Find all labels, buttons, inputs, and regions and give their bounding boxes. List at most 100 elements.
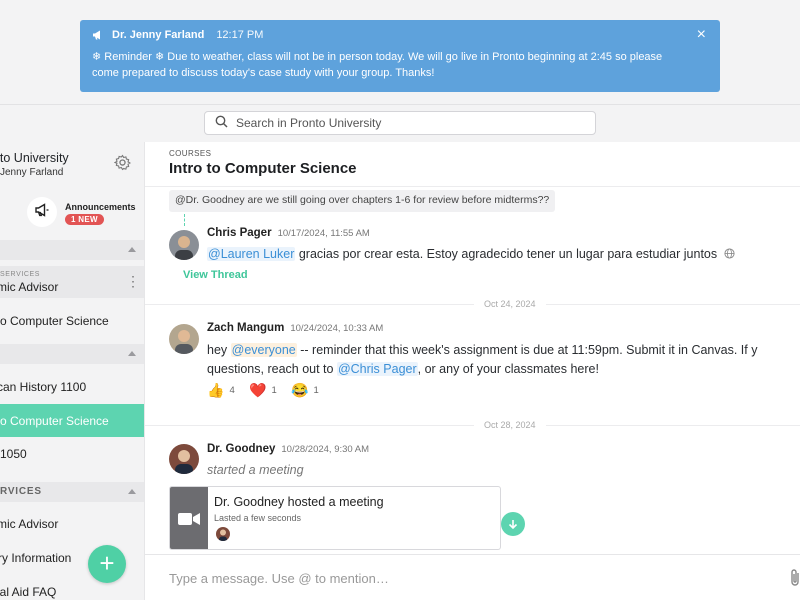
meeting-title: Dr. Goodney hosted a meeting — [214, 495, 384, 509]
banner-message-line: ❄ Reminder ❄ Due to weather, class will … — [92, 51, 663, 63]
message-time: 10/24/2024, 10:33 AM — [290, 323, 384, 334]
services-small-label: SERVICES — [0, 271, 41, 278]
announcements-badge: 1 NEW — [65, 214, 104, 225]
author-name[interactable]: Chris Pager — [207, 227, 272, 239]
mention[interactable]: @Lauren Luker — [207, 247, 296, 261]
message-author: Dr. Goodney 10/28/2024, 9:30 AM — [207, 443, 369, 455]
section-header-services[interactable]: RVICES — [0, 482, 144, 502]
message-text: @Lauren Luker gracias por crear esta. Es… — [207, 244, 735, 265]
globe-icon[interactable] — [724, 245, 735, 265]
message-text-part: gracias por crear esta. Estoy agradecido… — [295, 247, 718, 261]
close-icon[interactable]: × — [697, 27, 706, 43]
banner-header: Dr. Jenny Farland 12:17 PM — [92, 28, 708, 42]
sidebar-item-label: mic Advisor — [0, 517, 59, 531]
reaction-thumbs-up[interactable]: 👍 4 — [207, 382, 235, 399]
search-placeholder[interactable]: Search in Pronto University — [236, 116, 381, 130]
message-composer — [145, 554, 800, 600]
author-name[interactable]: Dr. Goodney — [207, 443, 275, 455]
search-box[interactable]: Search in Pronto University — [204, 111, 596, 135]
notification-banner[interactable]: Dr. Jenny Farland 12:17 PM × ❄ Reminder … — [80, 20, 720, 92]
sidebar-item-financial-aid[interactable]: ial Aid FAQ — [0, 580, 144, 600]
message-time: 10/17/2024, 11:55 AM — [277, 228, 370, 239]
sidebar-item-label: o Computer Science — [0, 314, 109, 328]
message-text-part: questions, reach out to — [207, 362, 337, 376]
message-text-part: -- reminder that this week's assignment … — [296, 343, 758, 357]
banner-message-line: come prepared to discuss today's case st… — [92, 67, 435, 79]
org-user: Jenny Farland — [0, 167, 64, 178]
collapse-icon[interactable] — [128, 247, 136, 252]
message-text: hey @everyone -- reminder that this week… — [207, 340, 757, 360]
message-time: 10/28/2024, 9:30 AM — [281, 444, 370, 455]
section-header[interactable] — [0, 344, 144, 364]
avatar[interactable] — [169, 230, 199, 260]
author-name[interactable]: Zach Mangum — [207, 322, 284, 334]
quoted-message[interactable]: @Dr. Goodney are we still going over cha… — [169, 190, 556, 212]
page-title: Intro to Computer Science — [169, 160, 357, 177]
message-author: Zach Mangum 10/24/2024, 10:33 AM — [207, 322, 383, 334]
search-icon — [215, 115, 236, 131]
sidebar-item-intro-cs[interactable]: o Computer Science — [0, 308, 144, 334]
gear-icon[interactable] — [113, 154, 132, 176]
view-thread-link[interactable]: View Thread — [183, 269, 248, 281]
avatar[interactable] — [169, 324, 199, 354]
plus-icon[interactable]: + — [88, 545, 126, 583]
date-separator-label: Oct 28, 2024 — [474, 420, 546, 430]
mention[interactable]: @Chris Pager — [336, 362, 418, 376]
reaction-count: 4 — [229, 385, 235, 396]
reaction-count: 1 — [271, 385, 277, 396]
heart-icon: ❤️ — [249, 382, 267, 398]
reaction-count: 1 — [313, 385, 319, 396]
sidebar-item-label: can History 1100 — [0, 380, 87, 394]
section-header[interactable] — [0, 240, 144, 260]
message-text-part: , or any of your classmates here! — [417, 362, 599, 376]
arrow-down-icon[interactable] — [501, 512, 525, 536]
message-text: questions, reach out to @Chris Pager, or… — [207, 359, 599, 379]
sidebar: onto University Jenny Farland Announceme… — [0, 142, 144, 600]
message-text: started a meeting — [207, 463, 304, 477]
sidebar-item-label: o Computer Science — [0, 413, 109, 428]
thread-connector — [184, 214, 185, 226]
reaction-laugh[interactable]: 😂 1 — [291, 382, 319, 399]
meeting-duration: Lasted a few seconds — [214, 513, 302, 523]
megaphone-icon — [34, 202, 50, 223]
collapse-icon[interactable] — [128, 489, 136, 494]
header-divider — [145, 186, 800, 187]
banner-time: 12:17 PM — [216, 29, 264, 41]
mention[interactable]: @everyone — [230, 343, 297, 357]
top-bar: Search in Pronto University — [0, 104, 800, 142]
announcements-button[interactable] — [27, 197, 57, 227]
message-text-part: hey — [207, 343, 231, 357]
date-separator — [145, 425, 800, 426]
collapse-icon[interactable] — [128, 351, 136, 356]
date-separator — [145, 304, 800, 305]
banner-sender: Dr. Jenny Farland — [112, 29, 205, 41]
announcements-label[interactable]: Announcements — [65, 202, 136, 212]
avatar[interactable] — [169, 444, 199, 474]
sidebar-item-label: ry Information — [0, 551, 72, 565]
thumbs-up-icon: 👍 — [207, 382, 225, 398]
sidebar-item-1050[interactable]: 1050 — [0, 441, 144, 467]
sidebar-item-label: ial Aid FAQ — [0, 585, 57, 599]
services-label: RVICES — [0, 486, 42, 497]
sidebar-item-academic-advisor[interactable]: SERVICES mic Advisor ⋮ — [0, 266, 144, 298]
message-author: Chris Pager 10/17/2024, 11:55 AM — [207, 227, 370, 239]
reaction-heart[interactable]: ❤️ 1 — [249, 382, 277, 399]
banner-message: ❄ Reminder ❄ Due to weather, class will … — [92, 49, 708, 81]
date-separator-label: Oct 24, 2024 — [474, 299, 546, 309]
sidebar-item-label: mic Advisor — [0, 280, 59, 294]
sidebar-item-american-history[interactable]: can History 1100 — [0, 374, 144, 400]
org-name[interactable]: onto University — [0, 151, 69, 165]
laugh-icon: 😂 — [291, 382, 309, 398]
sidebar-item-label: 1050 — [0, 447, 27, 461]
paperclip-icon[interactable] — [789, 568, 800, 593]
video-camera-icon — [170, 487, 208, 549]
meeting-card[interactable]: Dr. Goodney hosted a meeting Lasted a fe… — [169, 486, 501, 550]
more-options-icon[interactable]: ⋮ — [126, 274, 140, 288]
breadcrumb[interactable]: COURSES — [169, 149, 211, 158]
sidebar-item-academic-advisor[interactable]: mic Advisor — [0, 512, 144, 536]
message-input[interactable] — [169, 569, 759, 587]
sidebar-item-intro-cs-active[interactable]: o Computer Science — [0, 404, 144, 437]
avatar — [216, 527, 230, 541]
chat-main: COURSES Intro to Computer Science @Dr. G… — [144, 142, 800, 600]
megaphone-icon — [92, 29, 104, 41]
